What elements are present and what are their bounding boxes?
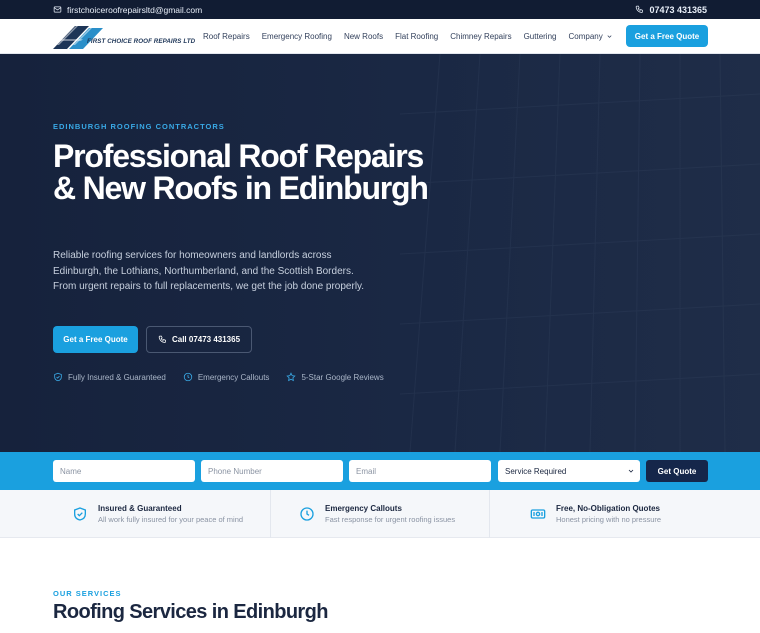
mail-icon: [53, 6, 62, 13]
feature-insured: Insured & Guaranteed All work fully insu…: [72, 490, 243, 538]
hero-section: EDINBURGH ROOFING CONTRACTORS Profession…: [0, 54, 760, 452]
hero-background-texture: [400, 54, 760, 452]
chevron-down-icon: [628, 469, 634, 473]
feature-divider: [270, 490, 271, 538]
banknote-icon: [530, 509, 546, 519]
feature-insured-desc: All work fully insured for your peace of…: [98, 515, 244, 524]
nav-item-flat-roofing[interactable]: Flat Roofing: [395, 32, 438, 41]
nav-item-chimney-repairs[interactable]: Chimney Repairs: [450, 32, 511, 41]
nav-quote-button[interactable]: Get a Free Quote: [626, 25, 708, 47]
site-logo[interactable]: FIRST CHOICE ROOF REPAIRS LTD: [53, 23, 195, 51]
star-icon: [286, 372, 297, 382]
service-select-value: Service Required: [505, 466, 567, 476]
hero-eyebrow: EDINBURGH ROOFING CONTRACTORS: [53, 122, 225, 131]
badge-insured-label: Fully Insured & Guaranteed: [68, 372, 166, 382]
phone-icon: [158, 335, 166, 343]
phone-icon: [636, 5, 644, 13]
feature-emergency: Emergency Callouts Fast response for urg…: [299, 490, 455, 538]
feature-emergency-title: Emergency Callouts: [325, 504, 402, 513]
shield-check-icon: [74, 507, 86, 521]
top-phone-text: 07473 431365: [649, 4, 707, 15]
nav-item-company[interactable]: Company: [568, 32, 612, 41]
badge-emergency: Emergency Callouts: [183, 372, 270, 382]
top-contact-bar: firstchoiceroofrepairsltd@gmail.com 0747…: [0, 0, 760, 19]
services-title: Roofing Services in Edinburgh: [53, 601, 328, 623]
badge-emergency-label: Emergency Callouts: [197, 372, 270, 382]
badge-reviews: 5-Star Google Reviews: [286, 372, 384, 382]
feature-quotes-title: Free, No-Obligation Quotes: [556, 504, 661, 513]
features-bar: Insured & Guaranteed All work fully insu…: [0, 490, 760, 538]
top-email-link[interactable]: firstchoiceroofrepairsltd@gmail.com: [53, 0, 202, 19]
badge-reviews-label: 5-Star Google Reviews: [301, 372, 384, 382]
nav-item-guttering[interactable]: Guttering: [524, 32, 557, 41]
phone-input[interactable]: Phone Number: [201, 460, 343, 482]
hero-description: Reliable roofing services for homeowners…: [53, 250, 365, 292]
service-select[interactable]: Service Required: [498, 460, 640, 482]
nav-item-company-label: Company: [568, 32, 603, 41]
nav-menu: Roof Repairs Emergency Roofing New Roofs…: [203, 19, 613, 54]
badge-insured: Fully Insured & Guaranteed: [53, 372, 166, 382]
shield-check-icon: [54, 372, 62, 382]
hero-call-button[interactable]: Call 07473 431365: [146, 326, 252, 353]
hero-trust-badges: Fully Insured & Guaranteed Emergency Cal…: [53, 372, 384, 382]
feature-divider: [489, 490, 490, 538]
hero-title: Professional Roof Repairs & New Roofs in…: [53, 138, 429, 206]
hero-quote-button[interactable]: Get a Free Quote: [53, 326, 138, 353]
nav-item-roof-repairs[interactable]: Roof Repairs: [203, 32, 250, 41]
clock-icon: [300, 507, 314, 521]
top-email-text: firstchoiceroofrepairsltd@gmail.com: [67, 4, 203, 15]
top-phone-link[interactable]: 07473 431365: [635, 0, 707, 19]
feature-emergency-desc: Fast response for urgent roofing issues: [325, 515, 456, 524]
feature-quotes: Free, No-Obligation Quotes Honest pricin…: [530, 490, 661, 538]
logo-text: FIRST CHOICE ROOF REPAIRS LTD: [87, 38, 196, 45]
services-eyebrow: OUR SERVICES: [53, 589, 122, 598]
nav-item-emergency-roofing[interactable]: Emergency Roofing: [262, 32, 332, 41]
hero-call-label: Call 07473 431365: [171, 335, 241, 344]
chevron-down-icon: [607, 35, 612, 38]
email-input[interactable]: Email: [349, 460, 491, 482]
clock-icon: [183, 372, 193, 382]
feature-insured-title: Insured & Guaranteed: [98, 504, 182, 513]
roof-logo-icon: [53, 25, 103, 49]
feature-quotes-desc: Honest pricing with no pressure: [556, 515, 662, 524]
main-navigation: FIRST CHOICE ROOF REPAIRS LTD Roof Repai…: [0, 19, 760, 54]
nav-item-new-roofs[interactable]: New Roofs: [344, 32, 383, 41]
get-quote-submit-button[interactable]: Get Quote: [646, 460, 708, 482]
name-input[interactable]: Name: [53, 460, 195, 482]
quote-form: Name Phone Number Email Service Required…: [0, 452, 760, 490]
